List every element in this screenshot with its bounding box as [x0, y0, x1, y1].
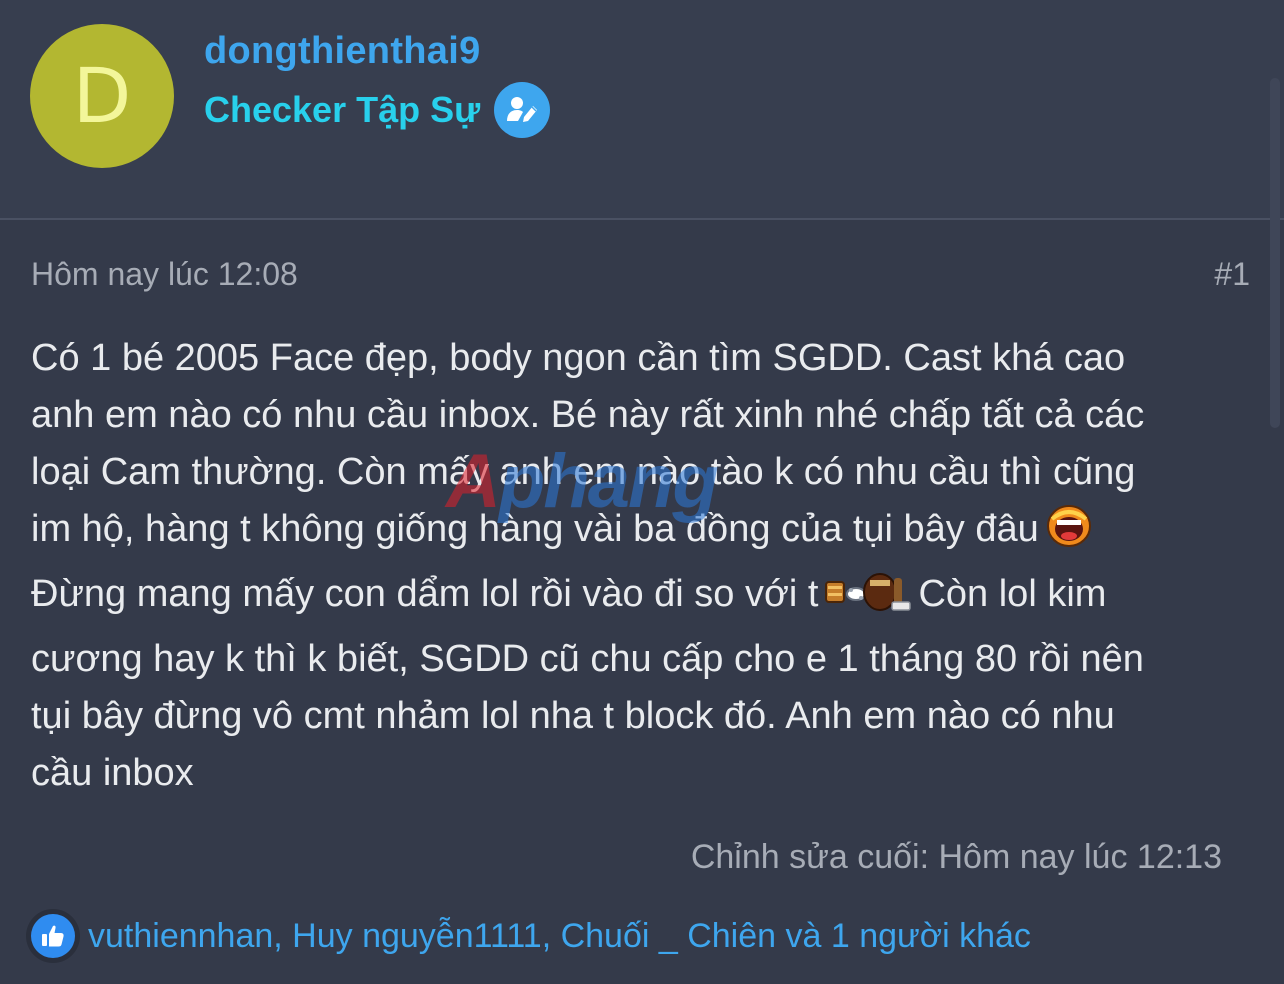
post-author-header: D dongthienthai9 Checker Tập Sự — [0, 0, 1284, 220]
avatar[interactable]: D — [30, 24, 174, 168]
rank-label: Checker Tập Sự — [204, 89, 481, 130]
last-edited-note: Chỉnh sửa cuối: Hôm nay lúc 12:13 — [690, 838, 1222, 876]
post-body-line: cương hay k thì k biết, SGDD cũ chu cấp … — [31, 638, 1144, 680]
reactors-list[interactable]: vuthiennhan, Huy nguyễn1111, Chuối _ Chi… — [88, 917, 1031, 956]
post-view: D dongthienthai9 Checker Tập Sự Hôm nay … — [0, 0, 1284, 984]
post-body-line: Có 1 bé 2005 Face đẹp, body ngon cần tìm… — [31, 337, 1126, 379]
avatar-letter: D — [72, 51, 132, 140]
username-link[interactable]: dongthienthai9 — [204, 30, 481, 73]
post-body-line: Đừng mang mấy con dẩm lol rồi vào đi so … — [31, 566, 1261, 631]
punch-emoji — [824, 568, 912, 631]
post-body-line: loại Cam thường. Còn mấy anh em nào tào … — [31, 451, 1136, 493]
post-number-link[interactable]: #1 — [1214, 256, 1250, 293]
shouting-face-emoji — [1045, 503, 1093, 566]
post-body-line: cầu inbox — [31, 752, 194, 794]
reactions-bar[interactable]: vuthiennhan, Huy nguyễn1111, Chuối _ Chi… — [26, 908, 1031, 964]
like-icon[interactable] — [26, 909, 80, 963]
user-edit-icon — [494, 82, 551, 138]
scrollbar[interactable] — [1270, 78, 1280, 428]
post-body-text: Còn lol kim — [918, 573, 1107, 615]
post-body-line: im hộ, hàng t không giống hàng vài ba đồ… — [31, 501, 1261, 566]
post-timestamp[interactable]: Hôm nay lúc 12:08 — [31, 256, 298, 293]
post-body: Có 1 bé 2005 Face đẹp, body ngon cần tìm… — [31, 330, 1261, 802]
post-body-line: anh em nào có nhu cầu inbox. Bé này rất … — [31, 394, 1145, 436]
user-rank: Checker Tập Sự — [204, 82, 551, 138]
post-body-text: im hộ, hàng t không giống hàng vài ba đồ… — [31, 508, 1039, 550]
post-body-text: Đừng mang mấy con dẩm lol rồi vào đi so … — [31, 573, 819, 615]
post-body-line: tụi bây đừng vô cmt nhảm lol nha t block… — [31, 695, 1115, 737]
